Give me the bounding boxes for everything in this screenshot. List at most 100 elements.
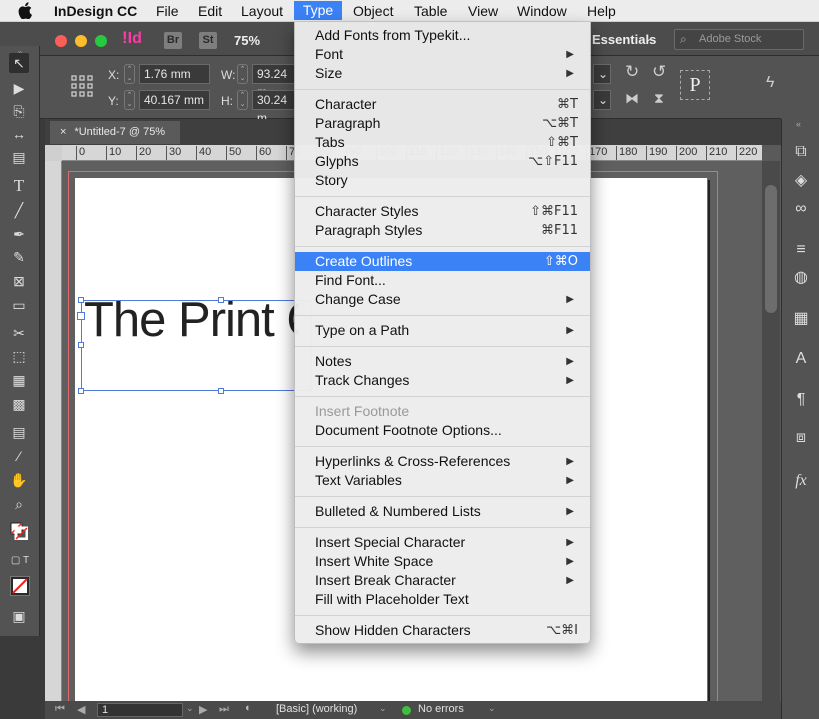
note-tool-icon[interactable]: ▤ xyxy=(9,422,29,442)
pen-tool-icon[interactable]: ✒ xyxy=(9,224,29,244)
menu-item-text-variables[interactable]: Text Variables ▶ xyxy=(295,471,590,490)
frame-handle[interactable] xyxy=(78,297,84,303)
object-styles-icon[interactable]: ⧈ xyxy=(790,427,812,449)
gradient-swatch-tool-icon[interactable]: ▦ xyxy=(9,370,29,390)
menu-item-insert-break-character[interactable]: Insert Break Character ▶ xyxy=(295,571,590,590)
links-panel-icon[interactable]: ∞ xyxy=(790,198,812,220)
menu-item-create-outlines[interactable]: Create Outlines ⇧⌘O xyxy=(295,252,590,271)
menu-item-character-styles[interactable]: Character Styles ⇧⌘F11 xyxy=(295,202,590,221)
line-tool-icon[interactable]: ╱ xyxy=(9,200,29,220)
flip-horizontal-icon[interactable]: ⧓ xyxy=(625,90,639,107)
menu-item-show-hidden-characters[interactable]: Show Hidden Characters ⌥⌘I xyxy=(295,621,590,640)
previous-page-icon[interactable]: ◀ xyxy=(77,703,85,716)
menu-file[interactable]: File xyxy=(156,2,179,21)
menu-app-name[interactable]: InDesign CC xyxy=(54,2,137,21)
stock-badge[interactable]: St xyxy=(199,32,217,49)
menu-item-insert-special-character[interactable]: Insert Special Character ▶ xyxy=(295,533,590,552)
menu-item-glyphs[interactable]: Glyphs ⌥⇧F11 xyxy=(295,152,590,171)
menu-item-size[interactable]: Size ▶ xyxy=(295,64,590,83)
menu-layout[interactable]: Layout xyxy=(241,2,283,21)
profile-dropdown-icon[interactable]: ⌄ xyxy=(379,703,387,714)
zoom-level[interactable]: 75% xyxy=(234,33,260,48)
quick-apply-icon[interactable]: ϟ xyxy=(766,74,774,92)
page-number-field[interactable]: 1 xyxy=(97,703,183,717)
x-field[interactable]: 1.76 mm xyxy=(139,64,210,84)
last-page-icon[interactable]: ⏭ xyxy=(219,703,229,716)
h-stepper[interactable]: ⌃ ⌄ xyxy=(237,90,248,110)
vertical-scroll-thumb[interactable] xyxy=(765,185,777,313)
selected-text-frame[interactable] xyxy=(81,300,311,391)
menu-item-paragraph[interactable]: Paragraph ⌥⌘T xyxy=(295,114,590,133)
eyedropper-tool-icon[interactable]: ⁄ xyxy=(9,446,29,466)
next-page-icon[interactable]: ▶ xyxy=(199,703,207,716)
gradient-feather-tool-icon[interactable]: ▩ xyxy=(9,394,29,414)
y-stepper[interactable]: ⌃ ⌄ xyxy=(124,90,135,110)
page-dropdown-icon[interactable]: ⌄ xyxy=(186,703,194,714)
menu-item-paragraph-styles[interactable]: Paragraph Styles ⌘F11 xyxy=(295,221,590,240)
preflight-profile[interactable]: [Basic] (working) xyxy=(276,703,357,715)
screen-mode-icon[interactable]: ▣ xyxy=(9,606,29,626)
swatches-panel-icon[interactable]: ◍ xyxy=(790,267,812,289)
menu-item-track-changes[interactable]: Track Changes ▶ xyxy=(295,371,590,390)
menu-item-insert-white-space[interactable]: Insert White Space ▶ xyxy=(295,552,590,571)
menu-edit[interactable]: Edit xyxy=(198,2,222,21)
w-field[interactable]: 93.24 m xyxy=(252,64,294,99)
h-field[interactable]: 30.24 m xyxy=(252,90,294,125)
close-tab-icon[interactable]: × xyxy=(60,126,66,138)
paragraph-styles-icon[interactable]: ¶ xyxy=(790,389,812,411)
open-page-icon[interactable]: ◐ xyxy=(245,702,252,714)
ruler-origin[interactable] xyxy=(45,145,62,161)
rectangle-tool-icon[interactable]: ▭ xyxy=(9,295,29,315)
stroke-panel-icon[interactable]: ≡ xyxy=(790,239,812,261)
w-stepper[interactable]: ⌃ ⌄ xyxy=(237,64,248,84)
frame-handle[interactable] xyxy=(78,342,84,348)
character-styles-icon[interactable]: A xyxy=(790,348,812,370)
menu-item-font[interactable]: Font ▶ xyxy=(295,45,590,64)
rotate-ccw-icon[interactable]: ↺ xyxy=(652,62,666,82)
content-collector-icon[interactable]: ▤ xyxy=(9,147,29,167)
menu-object[interactable]: Object xyxy=(353,2,393,21)
stroke-type-dropdown[interactable]: ⌄ xyxy=(593,90,611,110)
layers-panel-icon[interactable]: ◈ xyxy=(790,170,812,192)
menu-item-type-on-a-path[interactable]: Type on a Path ▶ xyxy=(295,321,590,340)
menu-type[interactable]: Type xyxy=(294,1,342,20)
free-transform-tool-icon[interactable]: ⬚ xyxy=(9,346,29,366)
flip-vertical-icon[interactable]: ⧗ xyxy=(654,90,664,107)
menu-item-character[interactable]: Character ⌘T xyxy=(295,95,590,114)
x-stepper[interactable]: ⌃ ⌄ xyxy=(124,64,135,84)
apple-icon[interactable] xyxy=(18,2,32,19)
in-port-icon[interactable] xyxy=(77,312,85,320)
zoom-tool-icon[interactable]: ⌕ xyxy=(9,494,29,514)
page-tool-icon[interactable]: ⎘ xyxy=(9,101,29,121)
path-direction-icon[interactable]: P xyxy=(680,70,710,100)
apply-none-icon[interactable] xyxy=(10,576,30,596)
menu-item-notes[interactable]: Notes ▶ xyxy=(295,352,590,371)
pencil-tool-icon[interactable]: ✎ xyxy=(9,247,29,267)
menu-item-bulleted-numbered-lists[interactable]: Bulleted & Numbered Lists ▶ xyxy=(295,502,590,521)
frame-handle[interactable] xyxy=(78,388,84,394)
direct-selection-tool-icon[interactable]: ▶ xyxy=(9,78,29,98)
table-panel-icon[interactable]: ▦ xyxy=(790,308,812,330)
bridge-badge[interactable]: Br xyxy=(164,32,182,49)
effects-panel-icon[interactable]: fx xyxy=(790,470,812,492)
expand-panels-icon[interactable]: « xyxy=(796,119,801,129)
stroke-weight-dropdown[interactable]: ⌄ xyxy=(593,64,611,84)
gap-tool-icon[interactable]: ↔ xyxy=(9,124,29,144)
frame-handle[interactable] xyxy=(218,297,224,303)
menu-item-add-fonts-from-typekit[interactable]: Add Fonts from Typekit... xyxy=(295,26,590,45)
document-tab[interactable]: × *Untitled-7 @ 75% xyxy=(50,121,180,144)
scissors-tool-icon[interactable]: ✂ xyxy=(9,323,29,343)
menu-item-hyperlinks-cross-references[interactable]: Hyperlinks & Cross-References ▶ xyxy=(295,452,590,471)
preflight-errors[interactable]: No errors xyxy=(418,703,464,715)
menu-item-story[interactable]: Story xyxy=(295,171,590,190)
menu-table[interactable]: Table xyxy=(414,2,447,21)
menu-item-tabs[interactable]: Tabs ⇧⌘T xyxy=(295,133,590,152)
rectangle-frame-tool-icon[interactable]: ⊠ xyxy=(9,271,29,291)
rotate-cw-icon[interactable]: ↻ xyxy=(625,62,639,82)
menu-item-fill-with-placeholder-text[interactable]: Fill with Placeholder Text xyxy=(295,590,590,609)
formatting-affects-container-icon[interactable]: ▢ T xyxy=(6,551,34,571)
menu-window[interactable]: Window xyxy=(517,2,567,21)
stock-search-box[interactable]: ⌕ Adobe Stock xyxy=(674,29,804,50)
menu-view[interactable]: View xyxy=(468,2,498,21)
reference-point-icon[interactable] xyxy=(70,74,94,98)
